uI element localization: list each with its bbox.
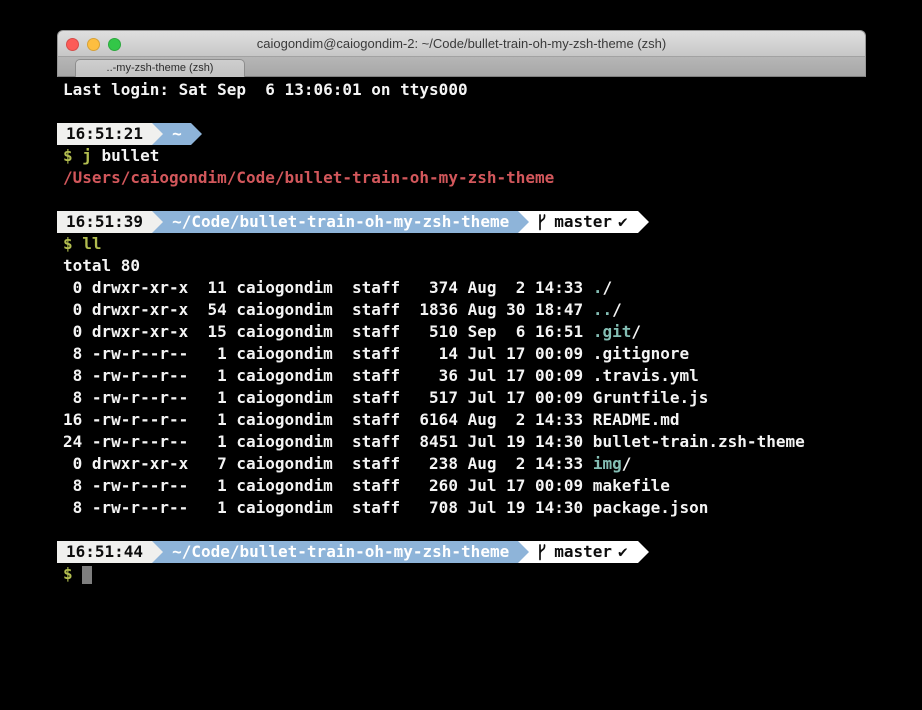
terminal-line: /Users/caiogondim/Code/bullet-train-oh-m…: [57, 167, 922, 189]
git-clean-check: ✔: [618, 211, 628, 233]
prompt-git-segment: master ✔: [529, 541, 637, 563]
terminal-blank-line: [57, 519, 922, 541]
terminal-text: /: [602, 278, 612, 297]
prompt-line: 16:51:44 ~/Code/bullet-train-oh-my-zsh-th…: [57, 541, 922, 563]
git-branch-name: master: [554, 541, 612, 563]
terminal-line: 0 drwxr-xr-x 11 caiogondim staff 374 Aug…: [57, 277, 922, 299]
terminal-text: Last login: Sat Sep 6 13:06:01 on ttys00…: [63, 80, 468, 99]
terminal-line: Last login: Sat Sep 6 13:06:01 on ttys00…: [57, 79, 922, 101]
terminal-text: .: [593, 278, 603, 297]
terminal-blank-line: [57, 189, 922, 211]
minimize-button[interactable]: [87, 38, 100, 51]
terminal-text: 0 drwxr-xr-x 7 caiogondim staff 238 Aug …: [63, 454, 593, 473]
powerline-arrow: [152, 541, 163, 563]
terminal-text: 16 -rw-r--r-- 1 caiogondim staff 6164 Au…: [63, 410, 680, 429]
terminal-input-line: $ j bullet: [57, 145, 922, 167]
terminal-line: 8 -rw-r--r-- 1 caiogondim staff 36 Jul 1…: [57, 365, 922, 387]
tab-bar: ..-my-zsh-theme (zsh): [57, 57, 866, 77]
terminal-text: 24 -rw-r--r-- 1 caiogondim staff 8451 Ju…: [63, 432, 805, 451]
prompt-line: 16:51:39 ~/Code/bullet-train-oh-my-zsh-th…: [57, 211, 922, 233]
git-branch-icon: [536, 213, 548, 231]
traffic-lights: [66, 38, 121, 51]
terminal-line: 8 -rw-r--r-- 1 caiogondim staff 517 Jul …: [57, 387, 922, 409]
zoom-button[interactable]: [108, 38, 121, 51]
prompt-path-segment: ~: [163, 123, 191, 145]
terminal-text: $ j: [63, 146, 92, 165]
window-title: caiogondim@caiogondim-2: ~/Code/bullet-t…: [58, 31, 865, 56]
git-branch-icon: [536, 543, 548, 561]
terminal-text: 8 -rw-r--r-- 1 caiogondim staff 517 Jul …: [63, 388, 708, 407]
terminal-text: 8 -rw-r--r-- 1 caiogondim staff 14 Jul 1…: [63, 344, 689, 363]
terminal-text: 8 -rw-r--r-- 1 caiogondim staff 708 Jul …: [63, 498, 708, 517]
terminal-line: 0 drwxr-xr-x 15 caiogondim staff 510 Sep…: [57, 321, 922, 343]
git-clean-check: ✔: [618, 541, 628, 563]
terminal-text: ..: [593, 300, 612, 319]
powerline-arrow: [638, 541, 649, 563]
terminal-line: 8 -rw-r--r-- 1 caiogondim staff 260 Jul …: [57, 475, 922, 497]
powerline-arrow: [638, 211, 649, 233]
terminal-line: 0 drwxr-xr-x 7 caiogondim staff 238 Aug …: [57, 453, 922, 475]
terminal-window-chrome: caiogondim@caiogondim-2: ~/Code/bullet-t…: [57, 30, 866, 77]
prompt-time-segment: 16:51:44: [57, 541, 152, 563]
terminal-input-line: $ ll: [57, 233, 922, 255]
terminal-line: total 80: [57, 255, 922, 277]
prompt-time-segment: 16:51:21: [57, 123, 152, 145]
terminal-text: $ ll: [63, 234, 102, 253]
terminal-text: 0 drwxr-xr-x 15 caiogondim staff 510 Sep…: [63, 322, 593, 341]
powerline-arrow: [191, 123, 202, 145]
terminal-input-line: $: [57, 563, 922, 585]
terminal-text: 8 -rw-r--r-- 1 caiogondim staff 36 Jul 1…: [63, 366, 699, 385]
terminal-line: 0 drwxr-xr-x 54 caiogondim staff 1836 Au…: [57, 299, 922, 321]
terminal-text: 8 -rw-r--r-- 1 caiogondim staff 260 Jul …: [63, 476, 670, 495]
terminal-text: bullet: [92, 146, 159, 165]
git-branch-name: master: [554, 211, 612, 233]
prompt-path-segment: ~/Code/bullet-train-oh-my-zsh-theme: [163, 541, 518, 563]
terminal-line: 24 -rw-r--r-- 1 caiogondim staff 8451 Ju…: [57, 431, 922, 453]
terminal-line: 8 -rw-r--r-- 1 caiogondim staff 708 Jul …: [57, 497, 922, 519]
terminal-text: /Users/caiogondim/Code/bullet-train-oh-m…: [63, 168, 554, 187]
prompt-line: 16:51:21 ~: [57, 123, 922, 145]
terminal-blank-line: [57, 101, 922, 123]
terminal-text: 0 drwxr-xr-x 11 caiogondim staff 374 Aug…: [63, 278, 593, 297]
prompt-git-segment: master ✔: [529, 211, 637, 233]
terminal-text: 0 drwxr-xr-x 54 caiogondim staff 1836 Au…: [63, 300, 593, 319]
powerline-arrow: [518, 541, 529, 563]
powerline-arrow: [152, 123, 163, 145]
terminal-text: img: [593, 454, 622, 473]
terminal-cursor: [82, 566, 92, 584]
powerline-arrow: [518, 211, 529, 233]
terminal-content[interactable]: Last login: Sat Sep 6 13:06:01 on ttys00…: [57, 79, 922, 585]
close-button[interactable]: [66, 38, 79, 51]
terminal-text: /: [622, 454, 632, 473]
terminal-text: /: [612, 300, 622, 319]
tab-active[interactable]: ..-my-zsh-theme (zsh): [75, 59, 245, 77]
terminal-line: 8 -rw-r--r-- 1 caiogondim staff 14 Jul 1…: [57, 343, 922, 365]
terminal-text: total 80: [63, 256, 140, 275]
powerline-arrow: [152, 211, 163, 233]
terminal-text: /: [631, 322, 641, 341]
terminal-text: .git: [593, 322, 632, 341]
screen: { "window": { "title": "caiogondim@caiog…: [0, 0, 922, 710]
terminal-line: 16 -rw-r--r-- 1 caiogondim staff 6164 Au…: [57, 409, 922, 431]
prompt-path-segment: ~/Code/bullet-train-oh-my-zsh-theme: [163, 211, 518, 233]
prompt-time-segment: 16:51:39: [57, 211, 152, 233]
title-bar[interactable]: caiogondim@caiogondim-2: ~/Code/bullet-t…: [57, 30, 866, 57]
terminal-text: $: [63, 564, 82, 583]
